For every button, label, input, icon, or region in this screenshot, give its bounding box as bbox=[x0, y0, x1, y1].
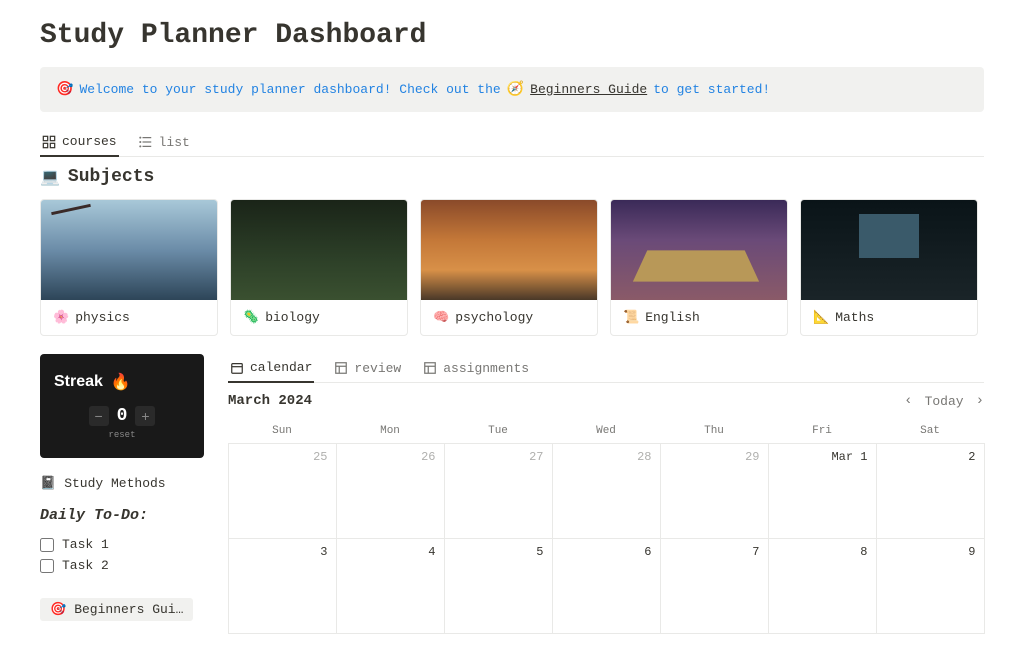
tab-label: calendar bbox=[250, 360, 312, 375]
calendar-next-button[interactable]: › bbox=[976, 393, 984, 409]
callout-text-after: to get started! bbox=[653, 82, 770, 97]
subject-cover bbox=[41, 200, 217, 300]
tab-label: review bbox=[354, 361, 401, 376]
subject-label: biology bbox=[265, 310, 320, 325]
subjects-icon: 💻 bbox=[40, 167, 60, 187]
subject-card-biology[interactable]: 🦠 biology bbox=[230, 199, 408, 336]
table-icon bbox=[334, 361, 348, 375]
subject-emoji: 🧠 bbox=[433, 310, 449, 325]
calendar-dow: Thu bbox=[660, 419, 768, 443]
streak-plus-button[interactable]: + bbox=[135, 406, 155, 426]
subjects-view-tabs: courses list bbox=[40, 128, 984, 157]
calendar-dow: Wed bbox=[552, 419, 660, 443]
gallery-icon bbox=[42, 135, 56, 149]
calendar-month-title: March 2024 bbox=[228, 393, 312, 409]
streak-widget: Streak 🔥 − 0 + reset bbox=[40, 354, 204, 458]
callout-text-before: Welcome to your study planner dashboard!… bbox=[79, 82, 500, 97]
calendar-dow: Sat bbox=[876, 419, 984, 443]
calendar-view-tabs: calendar review assignments bbox=[228, 354, 984, 383]
list-icon bbox=[139, 135, 153, 149]
tab-assignments[interactable]: assignments bbox=[421, 354, 531, 382]
welcome-callout: 🎯 Welcome to your study planner dashboar… bbox=[40, 67, 984, 112]
subject-card-physics[interactable]: 🌸 physics bbox=[40, 199, 218, 336]
study-methods-link[interactable]: 📓 Study Methods bbox=[40, 472, 204, 495]
calendar-cell[interactable]: 27 bbox=[444, 443, 553, 539]
calendar-dow: Mon bbox=[336, 419, 444, 443]
guide-pill-label: Beginners Gui… bbox=[74, 602, 183, 617]
subject-label: psychology bbox=[455, 310, 533, 325]
subject-emoji: 📜 bbox=[623, 310, 639, 325]
tab-calendar[interactable]: calendar bbox=[228, 354, 314, 383]
streak-reset-button[interactable]: reset bbox=[54, 430, 190, 440]
calendar-cell[interactable]: 8 bbox=[768, 538, 877, 634]
streak-minus-button[interactable]: − bbox=[89, 406, 109, 426]
subjects-heading: 💻 Subjects bbox=[40, 167, 984, 187]
todo-heading: Daily To-Do: bbox=[40, 507, 204, 524]
todo-list: Task 1 Task 2 bbox=[40, 534, 204, 576]
calendar-dow: Sun bbox=[228, 419, 336, 443]
streak-title: Streak bbox=[54, 373, 103, 391]
tab-review[interactable]: review bbox=[332, 354, 403, 382]
calendar-cell[interactable]: 3 bbox=[228, 538, 337, 634]
streak-value: 0 bbox=[117, 406, 128, 426]
tab-label: list bbox=[159, 135, 190, 150]
subjects-gallery: 🌸 physics 🦠 biology 🧠 psychology 📜 Engli… bbox=[40, 199, 984, 336]
study-methods-label: Study Methods bbox=[64, 476, 165, 491]
calendar-icon bbox=[230, 361, 244, 375]
calendar-dow-row: SunMonTueWedThuFriSat bbox=[228, 419, 984, 443]
calendar-cell[interactable]: 5 bbox=[444, 538, 553, 634]
subject-card-english[interactable]: 📜 English bbox=[610, 199, 788, 336]
subject-label: physics bbox=[75, 310, 130, 325]
calendar-cell[interactable]: 6 bbox=[552, 538, 661, 634]
calendar-cell[interactable]: 9 bbox=[876, 538, 985, 634]
tab-list[interactable]: list bbox=[137, 128, 192, 156]
calendar-prev-button[interactable]: ‹ bbox=[904, 393, 912, 409]
subject-cover bbox=[231, 200, 407, 300]
subject-emoji: 📐 bbox=[813, 310, 829, 325]
guide-pill-icon: 🎯 bbox=[50, 602, 66, 617]
subject-label: Maths bbox=[835, 310, 874, 325]
callout-icon: 🎯 bbox=[56, 81, 73, 98]
subject-card-maths[interactable]: 📐 Maths bbox=[800, 199, 978, 336]
todo-checkbox[interactable] bbox=[40, 559, 54, 573]
calendar-cell[interactable]: 25 bbox=[228, 443, 337, 539]
todo-checkbox[interactable] bbox=[40, 538, 54, 552]
todo-item: Task 1 bbox=[40, 534, 204, 555]
calendar-grid: 2526272829Mar 12 3456789 bbox=[228, 443, 984, 633]
calendar-cell[interactable]: 4 bbox=[336, 538, 445, 634]
page-title: Study Planner Dashboard bbox=[40, 20, 984, 51]
notebook-icon: 📓 bbox=[40, 476, 56, 491]
calendar-cell[interactable]: Mar 1 bbox=[768, 443, 877, 539]
tab-label: courses bbox=[62, 134, 117, 149]
subject-label: English bbox=[645, 310, 700, 325]
calendar-dow: Tue bbox=[444, 419, 552, 443]
subject-cover bbox=[801, 200, 977, 300]
subject-emoji: 🌸 bbox=[53, 310, 69, 325]
subject-cover bbox=[611, 200, 787, 300]
table-icon bbox=[423, 361, 437, 375]
calendar-cell[interactable]: 2 bbox=[876, 443, 985, 539]
todo-label: Task 1 bbox=[62, 537, 109, 552]
beginners-guide-pill[interactable]: 🎯 Beginners Gui… bbox=[40, 598, 193, 621]
subjects-title: Subjects bbox=[68, 167, 154, 187]
tab-courses[interactable]: courses bbox=[40, 128, 119, 157]
main-area: calendar review assignments March 2024 ‹… bbox=[228, 354, 984, 633]
subject-cover bbox=[421, 200, 597, 300]
subject-emoji: 🦠 bbox=[243, 310, 259, 325]
calendar-today-button[interactable]: Today bbox=[925, 394, 964, 409]
calendar-cell[interactable]: 28 bbox=[552, 443, 661, 539]
beginners-guide-link[interactable]: Beginners Guide bbox=[530, 82, 647, 97]
tab-label: assignments bbox=[443, 361, 529, 376]
calendar-cell[interactable]: 7 bbox=[660, 538, 769, 634]
sidebar: Streak 🔥 − 0 + reset 📓 Study Methods Dai… bbox=[40, 354, 204, 621]
guide-link-icon: 🧭 bbox=[507, 81, 524, 98]
calendar-cell[interactable]: 26 bbox=[336, 443, 445, 539]
calendar-dow: Fri bbox=[768, 419, 876, 443]
todo-label: Task 2 bbox=[62, 558, 109, 573]
fire-icon: 🔥 bbox=[111, 372, 131, 392]
todo-item: Task 2 bbox=[40, 555, 204, 576]
calendar-cell[interactable]: 29 bbox=[660, 443, 769, 539]
subject-card-psychology[interactable]: 🧠 psychology bbox=[420, 199, 598, 336]
